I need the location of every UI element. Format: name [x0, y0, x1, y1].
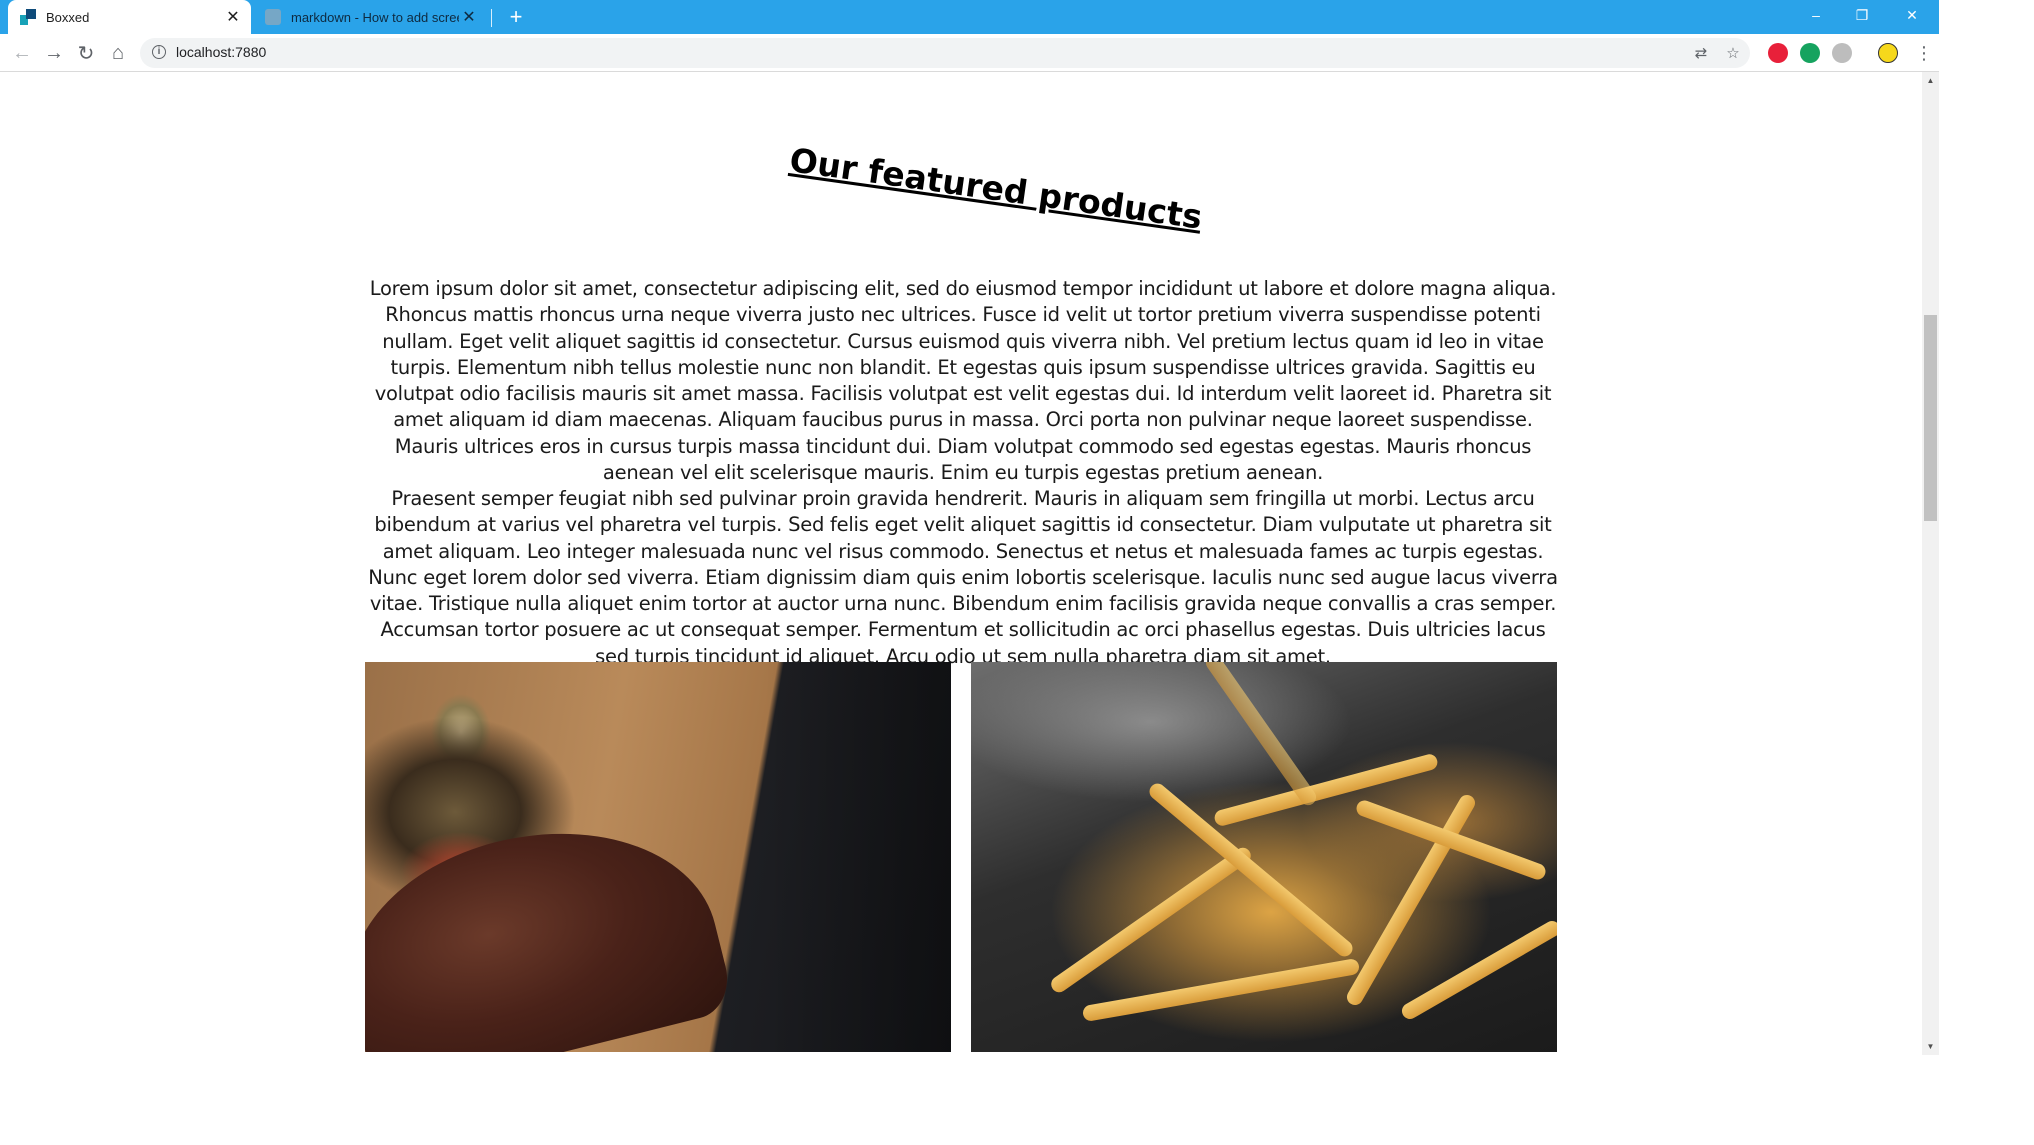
- bookmark-star-icon[interactable]: ☆: [1723, 44, 1743, 64]
- translate-icon[interactable]: ⇄: [1691, 44, 1711, 64]
- back-button[interactable]: ←: [8, 39, 36, 67]
- stackoverflow-favicon-icon: [265, 9, 281, 25]
- intro-paragraph: Lorem ipsum dolor sit amet, consectetur …: [369, 277, 1557, 485]
- browser-menu-icon[interactable]: ⋮: [1910, 39, 1938, 67]
- close-tab-icon[interactable]: ✕: [459, 7, 479, 27]
- home-button[interactable]: ⌂: [104, 39, 132, 67]
- disabled-extension-icon[interactable]: [1832, 43, 1852, 63]
- forward-button[interactable]: →: [40, 39, 68, 67]
- fries-product-image: [971, 662, 1557, 1052]
- site-info-icon[interactable]: i: [152, 45, 166, 59]
- boxxed-favicon-icon: [20, 9, 36, 25]
- url-text[interactable]: localhost:7880: [176, 44, 266, 60]
- scroll-up-arrow-icon[interactable]: ▲: [1922, 72, 1939, 89]
- new-tab-button[interactable]: +: [504, 4, 528, 30]
- close-tab-icon[interactable]: ✕: [223, 7, 243, 27]
- tab-markdown[interactable]: markdown - How to add screens ✕: [257, 0, 487, 34]
- tab-title: Boxxed: [46, 9, 90, 25]
- scrollbar-thumb[interactable]: [1924, 315, 1937, 521]
- tab-separator: [491, 9, 492, 27]
- browser-toolbar: ← → ↻ ⌂ i localhost:7880 ⇄ ☆ ⋮: [0, 34, 1939, 72]
- scroll-down-arrow-icon[interactable]: ▼: [1922, 1038, 1939, 1055]
- tab-boxxed[interactable]: Boxxed ✕: [8, 0, 251, 34]
- second-paragraph: Praesent semper feugiat nibh sed pulvina…: [368, 487, 1558, 668]
- grammarly-extension-icon[interactable]: [1800, 43, 1820, 63]
- restore-button[interactable]: ❐: [1839, 0, 1885, 30]
- profile-avatar-icon[interactable]: [1878, 43, 1898, 63]
- tab-strip: Boxxed ✕ markdown - How to add screens ✕…: [0, 0, 1939, 34]
- steak-product-image: [365, 662, 951, 1052]
- close-window-button[interactable]: ✕: [1889, 0, 1935, 30]
- tab-title: markdown - How to add screens: [291, 9, 459, 25]
- opera-extension-icon[interactable]: [1768, 43, 1788, 63]
- minimize-button[interactable]: –: [1793, 0, 1839, 30]
- reload-button[interactable]: ↻: [72, 39, 100, 67]
- vertical-scrollbar[interactable]: ▲ ▼: [1922, 72, 1939, 1055]
- address-bar[interactable]: i localhost:7880 ⇄ ☆: [140, 38, 1750, 68]
